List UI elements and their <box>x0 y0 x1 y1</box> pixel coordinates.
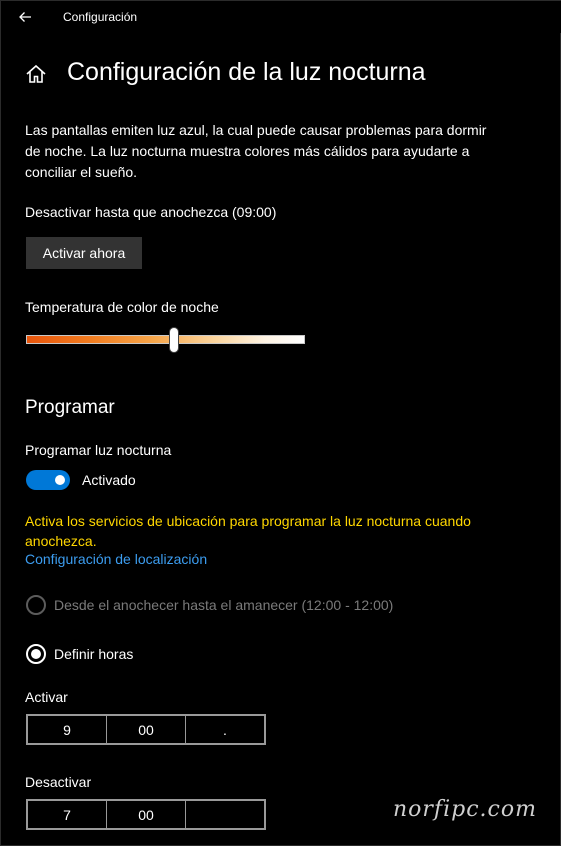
home-icon[interactable] <box>25 63 47 85</box>
window-title: Configuración <box>63 10 138 24</box>
turn-on-period[interactable]: . <box>186 716 264 743</box>
turn-on-hour[interactable]: 9 <box>28 716 107 743</box>
back-button[interactable] <box>15 7 35 27</box>
night-light-status: Desactivar hasta que anochezca (09:00) <box>25 204 277 220</box>
page-description: Las pantallas emiten luz azul, la cual p… <box>25 122 487 180</box>
turn-on-time-picker[interactable]: 9 00 . <box>26 714 266 745</box>
schedule-toggle[interactable] <box>26 470 70 490</box>
color-temperature-label: Temperatura de color de noche <box>25 299 219 315</box>
turn-on-label: Activar <box>25 689 68 705</box>
title-bar: Configuración <box>1 1 561 33</box>
toggle-knob <box>55 475 65 485</box>
slider-track <box>26 335 305 344</box>
location-warning: Activa los servicios de ubicación para p… <box>25 513 471 549</box>
watermark: norfipc.com <box>393 797 537 822</box>
radio-set-hours-label: Definir horas <box>54 646 134 662</box>
turn-off-minute[interactable]: 00 <box>107 801 186 828</box>
turn-off-label: Desactivar <box>25 774 92 790</box>
turn-off-time-picker[interactable]: 7 00 <box>26 799 266 830</box>
radio-sunset-to-sunrise-label: Desde el anochecer hasta el amanecer (12… <box>54 597 394 613</box>
slider-thumb[interactable] <box>170 328 178 352</box>
radio-sunset-to-sunrise[interactable] <box>26 595 46 615</box>
window-frame: Configuración Configuración de la luz no… <box>0 0 561 846</box>
schedule-toggle-label: Programar luz nocturna <box>25 442 172 458</box>
page-title: Configuración de la luz nocturna <box>67 58 426 86</box>
location-settings-link[interactable]: Configuración de localización <box>25 551 207 567</box>
turn-off-hour[interactable]: 7 <box>28 801 107 828</box>
color-temperature-slider[interactable] <box>26 328 306 352</box>
radio-set-hours[interactable] <box>26 644 46 664</box>
toggle-state-label: Activado <box>82 472 136 488</box>
turn-off-period[interactable] <box>186 801 264 828</box>
activate-now-button[interactable]: Activar ahora <box>26 237 142 269</box>
turn-on-minute[interactable]: 00 <box>107 716 186 743</box>
schedule-section-title: Programar <box>25 397 115 418</box>
radio-selected-dot <box>31 649 41 659</box>
back-arrow-icon <box>19 12 31 22</box>
